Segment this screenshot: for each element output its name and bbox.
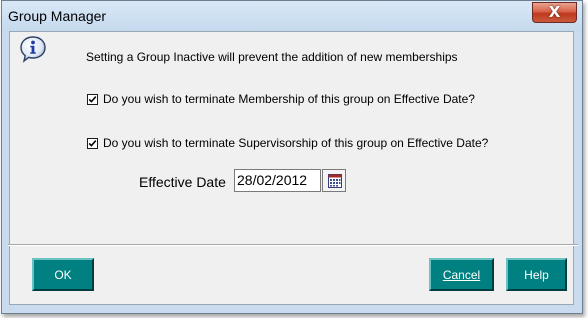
calendar-icon	[328, 174, 342, 188]
button-divider	[8, 244, 578, 246]
cancel-button[interactable]: Cancel	[429, 258, 494, 291]
terminate-supervisorship-option[interactable]: Do you wish to terminate Supervisorship …	[87, 136, 488, 150]
terminate-membership-label: Do you wish to terminate Membership of t…	[103, 92, 475, 106]
close-icon: X	[548, 3, 561, 21]
cancel-button-label: Cancel	[442, 267, 481, 282]
checkmark-icon	[88, 96, 97, 103]
title-bar[interactable]: Group Manager X	[2, 1, 582, 31]
window-title: Group Manager	[8, 8, 107, 24]
ok-button-label: OK	[54, 267, 72, 282]
ok-button[interactable]: OK	[32, 258, 94, 291]
terminate-supervisorship-label: Do you wish to terminate Supervisorship …	[103, 136, 489, 150]
info-icon	[20, 36, 46, 63]
terminate-membership-checkbox[interactable]	[87, 94, 98, 105]
checkmark-icon	[88, 140, 97, 147]
effective-date-label: Effective Date	[139, 174, 226, 190]
calendar-button[interactable]	[322, 169, 346, 192]
effective-date-input[interactable]: 28/02/2012	[234, 169, 321, 192]
help-button-label: Help	[524, 267, 549, 282]
terminate-membership-option[interactable]: Do you wish to terminate Membership of t…	[87, 92, 475, 106]
terminate-supervisorship-checkbox[interactable]	[87, 138, 98, 149]
close-button[interactable]: X	[532, 2, 577, 23]
help-button[interactable]: Help	[506, 258, 567, 291]
info-message: Setting a Group Inactive will prevent th…	[86, 50, 458, 64]
